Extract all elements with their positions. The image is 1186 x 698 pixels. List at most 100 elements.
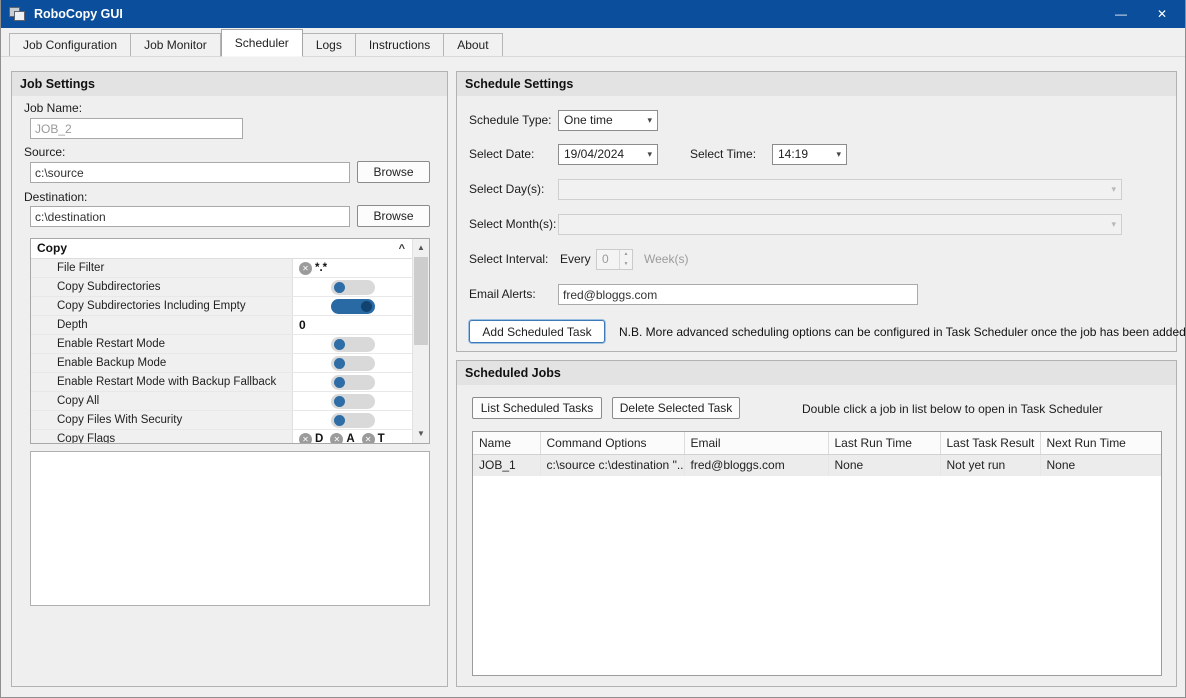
tab-about[interactable]: About [444, 33, 502, 56]
column-header[interactable]: Email [684, 432, 828, 454]
remove-icon[interactable]: ✕ [299, 262, 312, 275]
select-days-label: Select Day(s): [469, 182, 544, 196]
select-months-select[interactable]: ▾ [558, 214, 1122, 235]
close-button[interactable]: ✕ [1157, 7, 1167, 21]
property-label: Enable Backup Mode [31, 354, 293, 372]
select-days-select[interactable]: ▾ [558, 179, 1122, 200]
toggle-switch[interactable] [331, 394, 375, 409]
jobs-table: NameCommand OptionsEmailLast Run TimeLas… [473, 432, 1162, 476]
source-browse-button[interactable]: Browse [357, 161, 430, 183]
toggle-switch[interactable] [331, 280, 375, 295]
column-header[interactable]: Next Run Time [1040, 432, 1161, 454]
schedule-type-select[interactable]: One time ▾ [558, 110, 658, 131]
scroll-thumb[interactable] [414, 257, 428, 345]
tag-label: T [378, 433, 385, 443]
column-header[interactable]: Last Run Time [828, 432, 940, 454]
toggle-switch[interactable] [331, 299, 375, 314]
property-row[interactable]: Copy Subdirectories [31, 278, 412, 297]
scroll-down-icon[interactable]: ▼ [413, 426, 429, 442]
source-input[interactable] [30, 162, 350, 183]
tab-instructions[interactable]: Instructions [356, 33, 444, 56]
email-alerts-input[interactable] [558, 284, 918, 305]
property-grid-scrollbar[interactable]: ▲ ▼ [412, 239, 429, 443]
property-row[interactable]: Copy Flags✕D✕A✕T [31, 430, 412, 443]
interval-spinner[interactable]: 0 ▲ ▼ [596, 249, 633, 270]
table-cell: JOB_1 [473, 454, 540, 476]
column-header[interactable]: Last Task Result [940, 432, 1040, 454]
select-date-value: 19/04/2024 [564, 147, 624, 161]
property-row[interactable]: Copy All [31, 392, 412, 411]
property-row[interactable]: Depth0 [31, 316, 412, 335]
add-scheduled-task-button[interactable]: Add Scheduled Task [469, 320, 605, 343]
destination-browse-button[interactable]: Browse [357, 205, 430, 227]
email-alerts-label: Email Alerts: [469, 287, 536, 301]
spin-up-icon[interactable]: ▲ [620, 250, 632, 260]
property-value: ✕D✕A✕T [293, 430, 412, 443]
destination-input[interactable] [30, 206, 350, 227]
toggle-knob [334, 396, 345, 407]
toggle-knob [334, 415, 345, 426]
property-row[interactable]: Enable Restart Mode with Backup Fallback [31, 373, 412, 392]
property-value [293, 392, 412, 410]
toggle-switch[interactable] [331, 337, 375, 352]
property-row[interactable]: File Filter✕*.* [31, 259, 412, 278]
remove-icon[interactable]: ✕ [330, 433, 343, 444]
select-time-select[interactable]: 14:19 ▾ [772, 144, 847, 165]
source-label: Source: [24, 145, 65, 159]
property-label: Enable Restart Mode with Backup Fallback [31, 373, 293, 391]
property-row[interactable]: Copy Files With Security [31, 411, 412, 430]
property-group-label: Copy [37, 241, 67, 255]
property-row[interactable]: Enable Restart Mode [31, 335, 412, 354]
table-cell: None [1040, 454, 1161, 476]
select-date-label: Select Date: [469, 147, 534, 161]
list-scheduled-tasks-button[interactable]: List Scheduled Tasks [472, 397, 602, 419]
toggle-knob [334, 339, 345, 350]
tab-bar: Job ConfigurationJob MonitorSchedulerLog… [1, 28, 1185, 57]
property-label: Enable Restart Mode [31, 335, 293, 353]
app-icon [9, 7, 26, 22]
chevron-down-icon: ▾ [836, 145, 841, 164]
property-value: ✕*.* [293, 259, 412, 277]
property-group-header[interactable]: Copy ^ [31, 239, 412, 259]
scheduled-jobs-list[interactable]: NameCommand OptionsEmailLast Run TimeLas… [472, 431, 1162, 676]
tab-job-configuration[interactable]: Job Configuration [9, 33, 131, 56]
chevron-down-icon: ▾ [1111, 215, 1116, 234]
delete-selected-task-button[interactable]: Delete Selected Task [612, 397, 740, 419]
minimize-button[interactable]: — [1115, 7, 1127, 21]
toggle-switch[interactable] [331, 375, 375, 390]
property-value [293, 297, 412, 315]
property-grid-body: File Filter✕*.*Copy SubdirectoriesCopy S… [31, 259, 412, 443]
property-row[interactable]: Enable Backup Mode [31, 354, 412, 373]
property-label: Copy Subdirectories [31, 278, 293, 296]
interval-value: 0 [597, 250, 619, 269]
schedule-type-label: Schedule Type: [469, 113, 552, 127]
collapse-icon[interactable]: ^ [399, 240, 405, 259]
column-header[interactable]: Command Options [540, 432, 684, 454]
scroll-up-icon[interactable]: ▲ [413, 240, 429, 256]
app-window: RoboCopy GUI — ✕ Job ConfigurationJob Mo… [0, 0, 1186, 698]
spin-down-icon[interactable]: ▼ [620, 260, 632, 270]
property-value: 0 [293, 316, 412, 334]
select-date-select[interactable]: 19/04/2024 ▾ [558, 144, 658, 165]
tab-logs[interactable]: Logs [303, 33, 356, 56]
chevron-down-icon: ▾ [1111, 180, 1116, 199]
property-row[interactable]: Copy Subdirectories Including Empty [31, 297, 412, 316]
table-row[interactable]: JOB_1c:\source c:\destination "...fred@b… [473, 454, 1161, 476]
toggle-switch[interactable] [331, 356, 375, 371]
main-content: Job Settings Job Name: Source: Browse De… [1, 57, 1185, 697]
table-cell: fred@bloggs.com [684, 454, 828, 476]
chevron-down-icon: ▾ [647, 111, 652, 130]
property-value [293, 278, 412, 296]
property-number: 0 [299, 318, 306, 332]
remove-icon[interactable]: ✕ [362, 433, 375, 444]
job-name-input[interactable] [30, 118, 243, 139]
toggle-switch[interactable] [331, 413, 375, 428]
remove-icon[interactable]: ✕ [299, 433, 312, 444]
tab-job-monitor[interactable]: Job Monitor [131, 33, 221, 56]
every-label: Every [560, 252, 591, 266]
scheduled-jobs-panel: Scheduled Jobs List Scheduled Tasks Dele… [456, 360, 1177, 687]
column-header[interactable]: Name [473, 432, 540, 454]
tab-scheduler[interactable]: Scheduler [221, 29, 303, 57]
job-name-label: Job Name: [24, 101, 82, 115]
property-value [293, 373, 412, 391]
